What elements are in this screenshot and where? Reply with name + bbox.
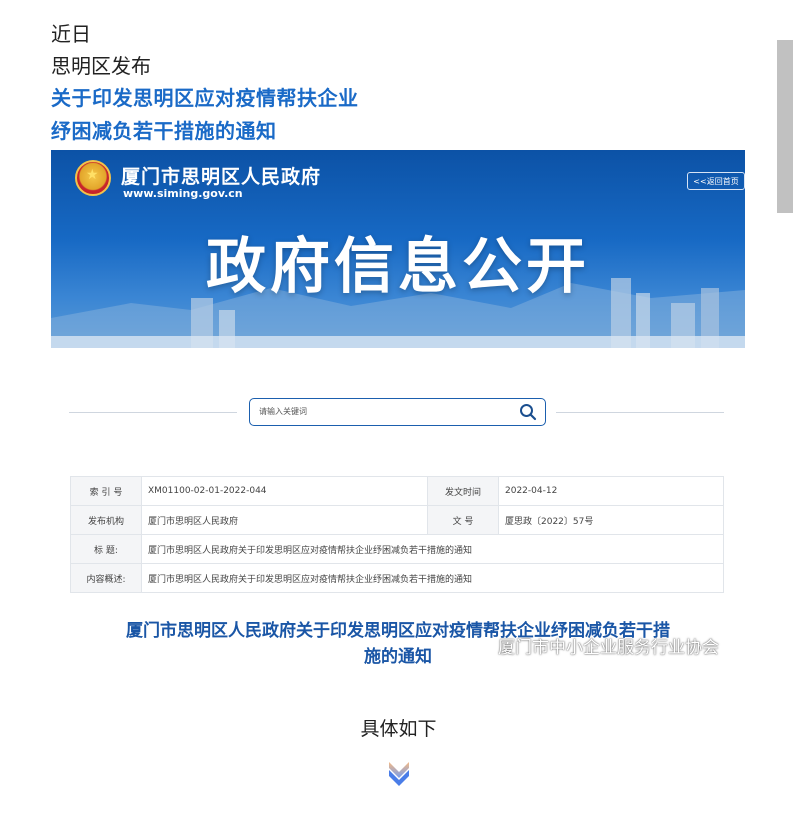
divider: [556, 412, 724, 413]
search-bar: 请输入关键词: [69, 398, 724, 428]
site-url: www.siming.gov.cn: [123, 187, 243, 200]
org-label: 发布机构: [70, 505, 142, 535]
embedded-screenshot: 厦门市思明区人民政府 www.siming.gov.cn <<返回首页 政府信息…: [51, 150, 745, 675]
watermark-text: 厦门市中小企业服务行业协会: [498, 638, 719, 658]
scrollbar-thumb[interactable]: [777, 40, 793, 213]
article-intro: 近日 思明区发布 关于印发思明区应对疫情帮扶企业 纾困减负若干措施的通知: [51, 18, 751, 148]
double-chevron-down-icon: [389, 762, 409, 786]
summary-label: 内容概述:: [70, 563, 142, 593]
date-label: 发文时间: [427, 476, 499, 506]
date-value: 2022-04-12: [498, 476, 724, 506]
back-home-button[interactable]: <<返回首页: [687, 172, 745, 190]
index-label: 索 引 号: [70, 476, 142, 506]
banner-heading: 政府信息公开: [206, 232, 590, 302]
detail-caption: 具体如下: [360, 718, 437, 740]
summary-value: 厦门市思明区人民政府关于印发思明区应对疫情帮扶企业纾困减负若干措施的通知: [141, 563, 724, 593]
table-row: 内容概述: 厦门市思明区人民政府关于印发思明区应对疫情帮扶企业纾困减负若干措施的…: [70, 563, 724, 593]
national-emblem-icon: [75, 160, 111, 196]
article-title: 纾困减负若干措施的通知: [51, 119, 277, 143]
doc-number-label: 文 号: [427, 505, 499, 535]
subject-value: 厦门市思明区人民政府关于印发思明区应对疫情帮扶企业纾困减负若干措施的通知: [141, 534, 724, 564]
intro-line: 思明区发布: [51, 54, 151, 78]
org-value: 厦门市思明区人民政府: [141, 505, 428, 535]
search-placeholder: 请输入关键词: [259, 407, 307, 416]
search-icon[interactable]: [519, 403, 537, 421]
divider: [69, 412, 237, 413]
table-row: 标 题: 厦门市思明区人民政府关于印发思明区应对疫情帮扶企业纾困减负若干措施的通…: [70, 534, 724, 564]
table-row: 发布机构 厦门市思明区人民政府 文 号 厦思政〔2022〕57号: [70, 505, 724, 535]
index-value: XM01100-02-01-2022-044: [141, 476, 428, 506]
subject-label: 标 题:: [70, 534, 142, 564]
watermark: 厦门市中小企业服务行业协会: [478, 633, 719, 658]
article-title: 关于印发思明区应对疫情帮扶企业: [51, 86, 359, 110]
gov-banner: 厦门市思明区人民政府 www.siming.gov.cn <<返回首页 政府信息…: [51, 150, 745, 348]
wechat-icon: [478, 640, 496, 653]
document-info-table: 索 引 号 XM01100-02-01-2022-044 发文时间 2022-0…: [70, 476, 724, 593]
table-row: 索 引 号 XM01100-02-01-2022-044 发文时间 2022-0…: [70, 476, 724, 506]
intro-line: 近日: [51, 22, 91, 46]
search-input[interactable]: 请输入关键词: [249, 398, 546, 426]
doc-number-value: 厦思政〔2022〕57号: [498, 505, 724, 535]
site-name: 厦门市思明区人民政府: [121, 166, 322, 188]
